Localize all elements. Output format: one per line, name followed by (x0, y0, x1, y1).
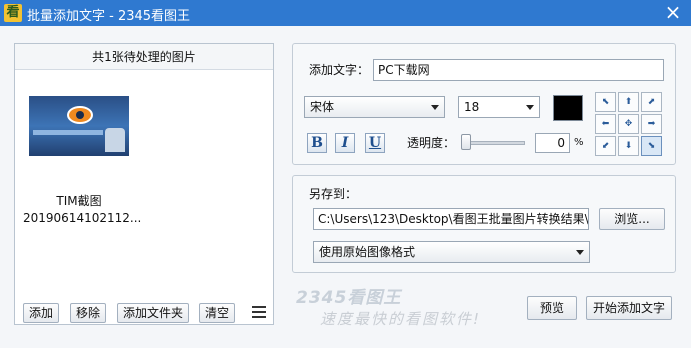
dialog-body: 共1张待处理的图片 TIM截图 20190614102112... 添加 移除 … (0, 26, 691, 348)
italic-button[interactable]: I (335, 133, 355, 153)
position-middle-right[interactable]: ➡ (641, 114, 662, 134)
save-path-input[interactable]: C:\Users\123\Desktop\看图王批量图片转换结果\ (313, 208, 589, 230)
opacity-input[interactable]: 0 (535, 133, 570, 153)
thumbnail-name-line2: 20190614102112... (23, 211, 142, 225)
position-middle-left[interactable]: ⬅ (595, 114, 616, 134)
app-logo-icon: 看 (4, 4, 22, 22)
font-select-value: 宋体 (310, 100, 335, 114)
start-add-text-button[interactable]: 开始添加文字 (586, 296, 672, 320)
position-center[interactable]: ✥ (618, 114, 639, 134)
browse-button[interactable]: 浏览... (599, 208, 665, 230)
image-list-panel: 共1张待处理的图片 TIM截图 20190614102112... 添加 移除 … (14, 43, 274, 325)
brand-slogan: 速度最快的看图软件! (320, 310, 482, 328)
chevron-down-icon (576, 250, 584, 255)
add-folder-button[interactable]: 添加文件夹 (117, 303, 189, 323)
add-text-label: 添加文字： (309, 63, 370, 77)
title-bar: 看 批量添加文字 - 2345看图王 × (0, 0, 691, 26)
brand-logo: 2345看图王 (296, 288, 402, 308)
chevron-down-icon (431, 105, 439, 110)
position-top-right[interactable]: ⬈ (641, 92, 662, 112)
add-text-input[interactable]: PC下载网 (373, 59, 664, 81)
opacity-label: 透明度： (407, 136, 456, 150)
font-color-picker[interactable] (553, 95, 583, 121)
thumbnail-name-line1: TIM截图 (56, 194, 102, 208)
remove-button[interactable]: 移除 (70, 303, 106, 323)
font-select[interactable]: 宋体 (304, 96, 445, 118)
image-count-header: 共1张待处理的图片 (15, 44, 273, 70)
save-settings-group: 另存到： C:\Users\123\Desktop\看图王批量图片转换结果\ 浏… (292, 175, 676, 273)
underline-button[interactable]: U (365, 133, 385, 153)
save-to-label: 另存到： (309, 187, 358, 201)
opacity-slider-handle[interactable] (461, 134, 471, 150)
bold-button[interactable]: B (307, 133, 327, 153)
format-select[interactable]: 使用原始图像格式 (313, 241, 590, 263)
preview-button[interactable]: 预览 (527, 296, 577, 320)
position-top-left[interactable]: ⬉ (595, 92, 616, 112)
position-bottom-left[interactable]: ⬋ (595, 136, 616, 156)
list-view-icon[interactable] (252, 306, 266, 318)
thumbnail-image[interactable] (29, 96, 129, 156)
thumbnail-eye-graphic (67, 106, 93, 124)
chevron-down-icon (526, 105, 534, 110)
thumbnail-bar-graphic (33, 130, 103, 135)
window-title: 批量添加文字 - 2345看图王 (27, 9, 191, 24)
font-size-select[interactable]: 18 (458, 96, 540, 118)
opacity-slider-track[interactable] (465, 141, 525, 145)
opacity-unit: % (574, 137, 584, 148)
font-size-value: 18 (464, 100, 480, 114)
position-grid: ⬉ ⬆ ⬈ ⬅ ✥ ➡ ⬋ ⬇ ⬊ (595, 92, 663, 156)
text-settings-group: 添加文字： PC下载网 宋体 18 ⬉ ⬆ ⬈ ⬅ ✥ ➡ ⬋ ⬇ ⬊ B I … (292, 43, 676, 165)
position-bottom-right[interactable]: ⬊ (641, 136, 662, 156)
list-button-bar: 添加 移除 添加文件夹 清空 (15, 302, 273, 326)
add-button[interactable]: 添加 (23, 303, 59, 323)
clear-button[interactable]: 清空 (199, 303, 235, 323)
format-select-value: 使用原始图像格式 (319, 245, 416, 259)
position-bottom-center[interactable]: ⬇ (618, 136, 639, 156)
position-top-center[interactable]: ⬆ (618, 92, 639, 112)
thumbnail-figure-graphic (105, 128, 125, 152)
close-button[interactable]: × (663, 1, 683, 23)
